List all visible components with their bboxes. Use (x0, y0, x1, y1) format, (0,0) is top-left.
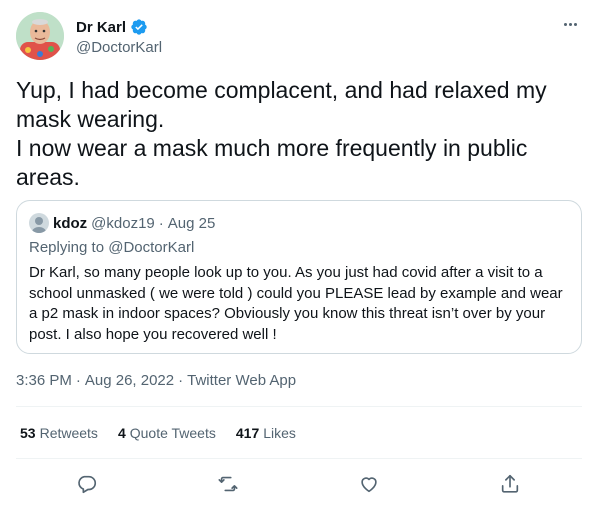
tweet-stats: 53 Retweets 4 Quote Tweets 417 Likes (20, 425, 316, 441)
tweet-text: Yup, I had become complacent, and had re… (16, 77, 547, 190)
retweet-icon[interactable] (216, 472, 240, 496)
likes-label: Likes (263, 425, 296, 441)
meta-separator: · (75, 372, 81, 389)
quoted-separator: · (158, 214, 164, 232)
meta-separator-2: · (178, 372, 184, 389)
share-icon[interactable] (498, 472, 522, 496)
quote-tweets-count: 4 (117, 425, 126, 441)
quoted-date: Aug 25 (167, 214, 216, 232)
replying-to-handle[interactable]: @DoctorKarl (108, 239, 194, 256)
likes-count: 417 (235, 425, 260, 441)
tweet-date[interactable]: Aug 26, 2022 (85, 372, 174, 389)
tweet-actions (0, 468, 598, 500)
quote-tweets-stat[interactable]: 4 Quote Tweets (118, 425, 216, 441)
divider (16, 406, 582, 407)
tweet-source-app[interactable]: Twitter Web App (187, 372, 296, 389)
retweets-label: Retweets (39, 425, 98, 441)
quoted-author-avatar (29, 213, 49, 233)
like-heart-icon[interactable] (357, 472, 381, 496)
author-display-name[interactable]: Dr Karl (76, 19, 126, 36)
reply-icon[interactable] (75, 472, 99, 496)
quote-tweets-label: Quote Tweets (129, 425, 216, 441)
quoted-handle: @kdoz19 (91, 214, 155, 232)
more-horizontal-icon[interactable] (558, 14, 582, 34)
quoted-tweet-text: Dr Karl, so many people look up to you. … (29, 264, 563, 343)
verified-badge-icon (130, 18, 148, 36)
retweets-stat[interactable]: 53 Retweets (20, 425, 98, 441)
replying-to-line: Replying to @DoctorKarl (29, 239, 569, 259)
tweet-time[interactable]: 3:36 PM (16, 372, 72, 389)
author-handle[interactable]: @DoctorKarl (76, 39, 162, 56)
tweet-header: Dr Karl @DoctorKarl (16, 12, 582, 60)
replying-prefix: Replying to (29, 239, 105, 256)
quoted-tweet[interactable]: kdoz @kdoz19 · Aug 25 Replying to @Docto… (16, 200, 582, 354)
divider (16, 458, 582, 459)
likes-stat[interactable]: 417 Likes (236, 425, 296, 441)
author-avatar[interactable] (16, 12, 64, 60)
quoted-display-name: kdoz (53, 214, 88, 232)
retweets-count: 53 (20, 425, 36, 441)
tweet-metadata: 3:36 PM · Aug 26, 2022 · Twitter Web App (16, 372, 296, 389)
